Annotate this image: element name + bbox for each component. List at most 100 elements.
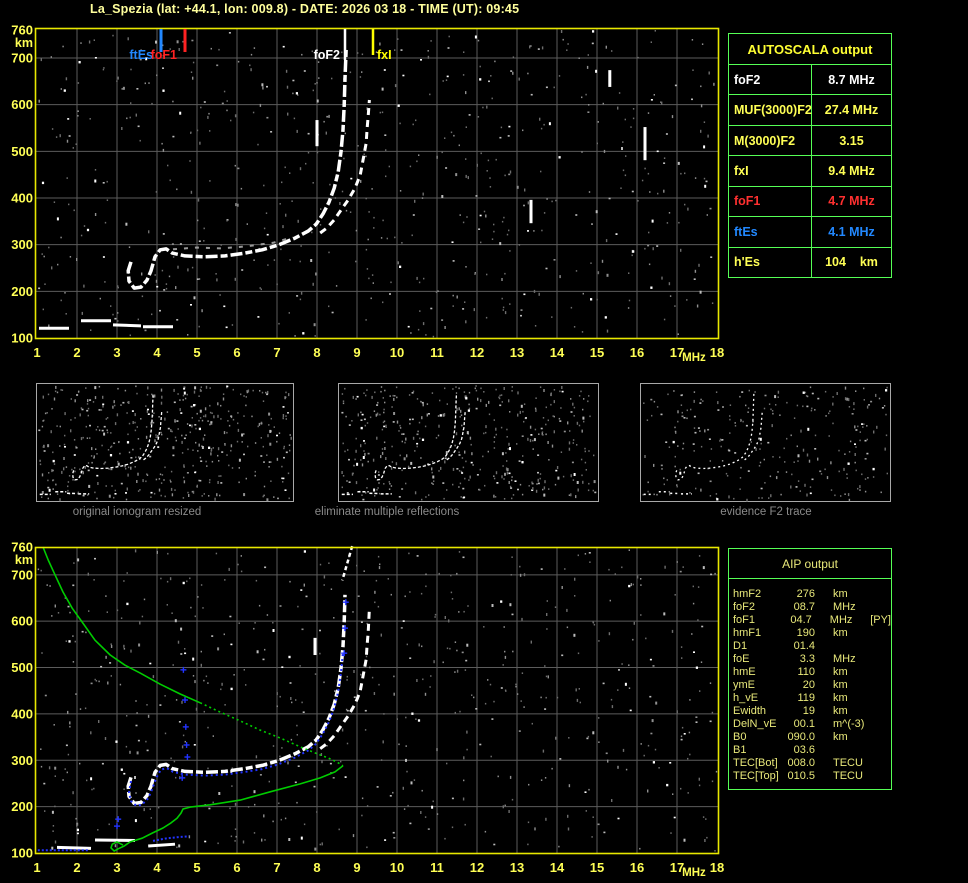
aip-table: AIP output hmF2 276 km foF2 08.7 MHz foF1 04.7 M… [728,548,892,790]
axis-tick-label: 12 [470,345,484,360]
aip-label: hmE [733,666,756,678]
axis-tick-label: 16 [630,860,644,875]
axis-tick-label: km [15,36,33,50]
aip-row: foE 3.3 MHz [733,653,891,666]
thumbnail-caption-eliminate: eliminate multiple reflections [314,506,460,518]
aip-value: 119 [797,692,815,704]
aip-unit: km [833,731,848,743]
axis-tick-label: 15 [590,345,604,360]
axis-tick-label: 13 [510,345,524,360]
axis-tick-label: 15 [590,860,604,875]
aip-unit: m^(-3) [833,718,865,730]
aip-value: 03.6 [793,744,815,756]
ionogram-bottom: 1 2 3 4 5 6 7 8 9 10 11 12 13 14 15 16 17 187607006005004… [11,540,724,880]
foF2-marker-label: foF2 [314,48,340,62]
aip-row: hmF1 190 km [733,627,891,640]
axis-tick-label: 13 [510,860,524,875]
thumbnail-panel-1 [338,383,599,502]
aip-label: B1 [733,744,747,756]
autoscaled-trace [128,651,344,807]
axis-tick-label: 4 [153,345,161,360]
aip-unit: km [833,705,848,717]
profile-topside [42,546,201,704]
aip-label: ymE [733,679,755,691]
aip-value: 110 [797,666,815,678]
axis-tick-label: 200 [11,284,33,299]
axis-tick-label: 1 [33,345,40,360]
axis-tick-label: 100 [11,846,33,861]
autoscala-param: foF1 [729,186,812,217]
autoscala-table-rows: foF2 8.7 MHz MUF(3000)F2 27.4 MHz M(3000)F2 3… [729,65,891,277]
aip-unit: km [833,627,848,639]
thumbnail-caption-original: original ionogram resized [72,506,202,518]
aip-row: Ewidth 19 km [733,705,891,718]
axis-tick-label: MHz [682,352,706,364]
aip-label: hmF1 [733,627,762,639]
axis-tick-label: 9 [353,345,360,360]
profile-dotted [199,702,344,767]
axis-tick-label: 500 [11,660,33,675]
page-title: La_Spezia (lat: +44.1, lon: 009.8) - DAT… [90,2,520,16]
profile-bottomside [110,765,344,852]
axis-tick-label: 9 [353,860,360,875]
aip-value: 3.3 [799,653,815,665]
aip-row: ymE 20 km [733,679,891,692]
axis-tick-label: 8 [313,860,320,875]
axis-tick-label: 4 [153,860,161,875]
aip-row: DelN_vE 00.1 m^(-3) [733,718,891,731]
aip-row: foF2 08.7 MHz [733,601,891,614]
axis-tick-label: 500 [11,144,33,159]
autoscala-value: 3.15 [839,133,864,148]
thumbnail-panel-2 [640,383,891,502]
axis-tick-label: 16 [630,345,644,360]
axis-tick-label: 6 [233,345,240,360]
axis-tick-label: 400 [11,191,33,206]
aip-row: h_vE 119 km [733,692,891,705]
autoscala-param: fxI [729,156,812,186]
aip-label: B0 [733,731,747,743]
autoscala-param: ftEs [729,217,812,247]
axis-tick-label: 700 [11,567,33,582]
axis-tick-label: 7 [273,860,280,875]
grid-lines [35,547,718,853]
aip-row: B1 03.6 [733,744,891,757]
aip-label: TEC[Bot] [733,757,778,769]
aip-label: D1 [733,640,748,652]
axis-tick-label: 200 [11,799,33,814]
axis-tick-label: 3 [113,860,120,875]
aip-label: TEC[Top] [733,770,779,782]
axis-tick-label: 3 [113,345,120,360]
echo-traces [39,48,647,330]
aip-row: hmF2 276 km [733,588,891,601]
autoscala-param: MUF(3000)F2 [729,95,812,125]
aip-row: foF1 04.7 MHz [PY] [733,614,891,627]
autoscala-param: M(3000)F2 [729,125,812,156]
aip-unit: TECU [833,757,863,769]
autoscala-row: ftEs 4.1 MHz [729,217,891,248]
aip-label: foE [733,653,750,665]
aip-row: TEC[Bot] 008.0 TECU [733,757,891,770]
autoscala-row: fxI 9.4 MHz [729,156,891,187]
aip-value: 008.0 [787,757,815,769]
aip-value: 090.0 [787,731,815,743]
axis-labels: 1 2 3 4 5 6 7 8 9 10 11 12 13 14 15 16 17 187607006005004… [11,540,724,880]
aip-row: hmE 110 km [733,666,891,679]
axis-tick-label: 400 [11,706,33,721]
aip-note: [PY] [870,614,891,626]
axis-tick-label: 600 [11,614,33,629]
ionogram-top: ftEsfoF1 foF2 fxI1 2 3 4 5 6 7 8 9 10 11 12 13 14 15 16 17… [11,23,724,365]
autoscala-value: 27.4 MHz [824,103,879,118]
axis-tick-label: 18 [710,860,724,875]
echo-traces [37,545,371,852]
aip-value: 19 [802,705,815,717]
Es-layer-trace [39,319,173,330]
aip-value: 190 [796,627,815,639]
autoscala-table: AUTOSCALA output foF2 8.7 MHz MUF(3000)F2 2… [728,33,892,278]
axis-tick-label: 2 [73,345,80,360]
autoscala-param: h'Es [729,247,812,277]
autoscala-value: 104 km [825,255,878,270]
axis-tick-label: 10 [390,860,404,875]
aip-value: 04.7 [790,614,812,626]
aip-label: hmF2 [733,588,762,600]
aip-unit: km [833,679,848,691]
